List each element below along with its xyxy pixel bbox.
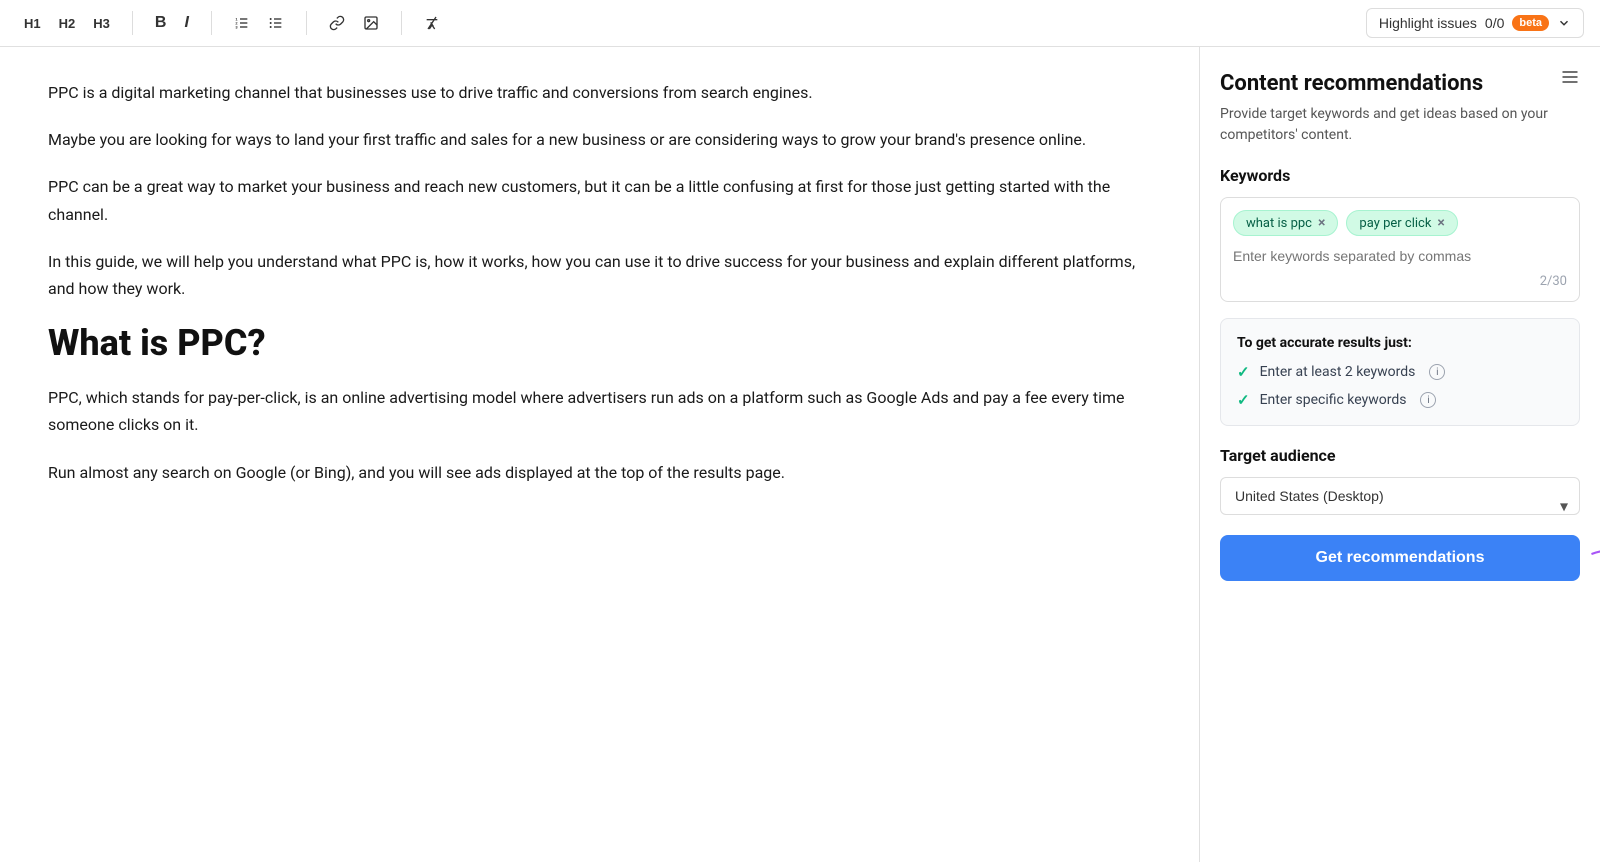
highlight-count: 0/0 — [1485, 15, 1504, 31]
target-audience-title: Target audience — [1220, 446, 1580, 465]
h1-button[interactable]: H1 — [16, 11, 49, 36]
keyword-tag-2-label: pay per click — [1359, 216, 1431, 231]
chevron-down-icon — [1557, 16, 1571, 30]
get-recommendations-button[interactable]: Get recommendations — [1220, 535, 1580, 581]
insert-buttons — [321, 10, 387, 36]
tip-1-label: Enter at least 2 keywords — [1260, 364, 1416, 380]
keywords-input[interactable] — [1233, 246, 1567, 266]
image-icon — [363, 15, 379, 31]
editor-area[interactable]: PPC is a digital marketing channel that … — [0, 47, 1200, 862]
ordered-list-icon: 123 — [234, 15, 250, 31]
format-buttons: B I — [147, 9, 197, 37]
keyword-tag-2: pay per click × — [1346, 210, 1457, 236]
separator-2 — [211, 11, 212, 35]
keywords-section-title: Keywords — [1220, 166, 1580, 185]
audience-select-wrapper: United States (Desktop) United Kingdom (… — [1220, 477, 1580, 535]
paragraph-4: In this guide, we will help you understa… — [48, 248, 1151, 302]
sidebar-title: Content recommendations — [1220, 71, 1580, 96]
list-buttons: 123 — [226, 10, 292, 36]
clear-format-icon — [424, 15, 440, 31]
highlight-label: Highlight issues — [1379, 15, 1477, 31]
unordered-list-button[interactable] — [260, 10, 292, 36]
heading-buttons: H1 H2 H3 — [16, 11, 118, 36]
sidebar: Content recommendations Provide target k… — [1200, 47, 1600, 862]
separator-3 — [306, 11, 307, 35]
audience-select[interactable]: United States (Desktop) United Kingdom (… — [1220, 477, 1580, 515]
separator-4 — [401, 11, 402, 35]
separator-1 — [132, 11, 133, 35]
heading-1: What is PPC? — [48, 322, 1151, 364]
menu-icon — [1560, 67, 1580, 87]
tips-title: To get accurate results just: — [1237, 335, 1563, 351]
tip-item-2: ✓ Enter specific keywords i — [1237, 391, 1563, 409]
italic-button[interactable]: I — [176, 9, 196, 37]
h3-button[interactable]: H3 — [85, 11, 118, 36]
keyword-tag-2-remove[interactable]: × — [1437, 215, 1444, 231]
paragraph-3: PPC can be a great way to market your bu… — [48, 173, 1151, 227]
keywords-box[interactable]: what is ppc × pay per click × 2/30 — [1220, 197, 1580, 302]
link-button[interactable] — [321, 10, 353, 36]
sidebar-menu-button[interactable] — [1560, 67, 1580, 90]
tip-1-check: ✓ — [1237, 363, 1250, 381]
keyword-tag-1: what is ppc × — [1233, 210, 1338, 236]
sidebar-subtitle: Provide target keywords and get ideas ba… — [1220, 104, 1580, 146]
tips-box: To get accurate results just: ✓ Enter at… — [1220, 318, 1580, 426]
tip-2-check: ✓ — [1237, 391, 1250, 409]
get-reco-wrapper: Get recommendations — [1220, 535, 1580, 581]
beta-badge: beta — [1512, 15, 1549, 31]
keywords-counter: 2/30 — [1233, 274, 1567, 289]
tip-item-1: ✓ Enter at least 2 keywords i — [1237, 363, 1563, 381]
arrow-decoration — [1588, 538, 1600, 578]
keywords-tags: what is ppc × pay per click × — [1233, 210, 1567, 236]
target-audience-section: Target audience United States (Desktop) … — [1220, 446, 1580, 581]
tip-2-info[interactable]: i — [1420, 392, 1436, 408]
tip-2-label: Enter specific keywords — [1260, 392, 1407, 408]
h2-button[interactable]: H2 — [51, 11, 84, 36]
paragraph-5: PPC, which stands for pay-per-click, is … — [48, 384, 1151, 438]
main-layout: PPC is a digital marketing channel that … — [0, 47, 1600, 862]
tip-1-info[interactable]: i — [1429, 364, 1445, 380]
bold-button[interactable]: B — [147, 9, 175, 37]
link-icon — [329, 15, 345, 31]
keyword-tag-1-remove[interactable]: × — [1318, 215, 1325, 231]
image-button[interactable] — [355, 10, 387, 36]
ordered-list-button[interactable]: 123 — [226, 10, 258, 36]
paragraph-6: Run almost any search on Google (or Bing… — [48, 459, 1151, 486]
svg-text:3: 3 — [235, 24, 238, 29]
unordered-list-icon — [268, 15, 284, 31]
keyword-tag-1-label: what is ppc — [1246, 216, 1312, 231]
highlight-issues-button[interactable]: Highlight issues 0/0 beta — [1366, 8, 1584, 38]
paragraph-1: PPC is a digital marketing channel that … — [48, 79, 1151, 106]
paragraph-2: Maybe you are looking for ways to land y… — [48, 126, 1151, 153]
toolbar: H1 H2 H3 B I 123 Highlight issues 0/0 be… — [0, 0, 1600, 47]
clear-format-button[interactable] — [416, 10, 448, 36]
